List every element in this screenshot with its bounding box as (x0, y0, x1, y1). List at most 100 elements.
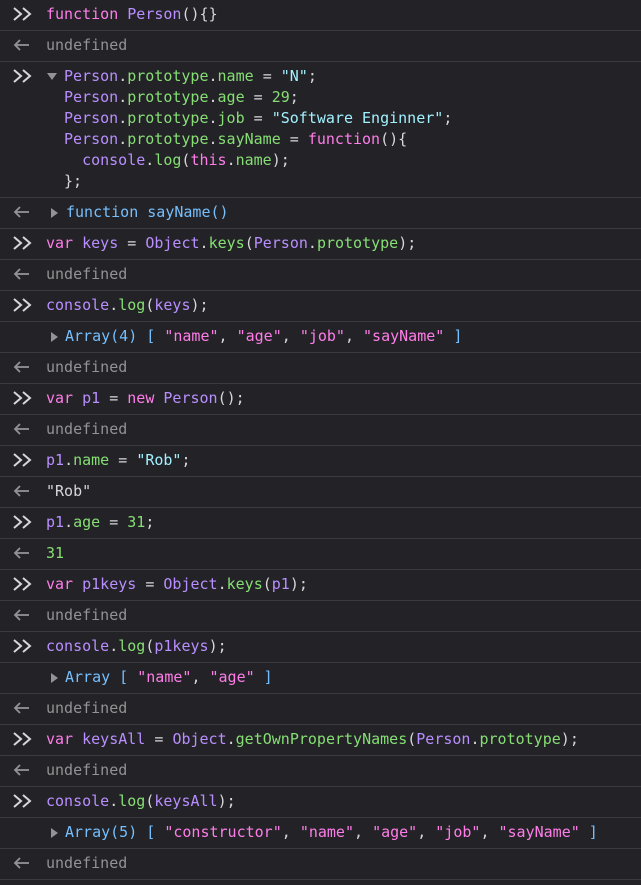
prompt-icon (12, 793, 36, 809)
open-bracket: [ (137, 823, 165, 841)
code-line: Person.prototype.age = 29; (64, 88, 299, 106)
result-value: undefined (46, 699, 128, 717)
console-input-entry: function Person(){} (0, 0, 641, 31)
expand-triangle-right-icon[interactable] (48, 667, 60, 688)
console-result-entry: undefined (0, 31, 641, 62)
code-line: console.log(keys); (46, 296, 209, 314)
entry-content: undefined (46, 760, 637, 781)
prompt-icon (12, 638, 36, 654)
console-input-entry: Person.prototype.name = "N"; Person.proto… (0, 62, 641, 198)
result-arrow-icon (12, 204, 36, 220)
console-input-entry: console.log(keysAll); (0, 787, 641, 818)
entry-content: var keysAll = Object.getOwnPropertyNames… (46, 729, 637, 750)
array-preview[interactable]: Array(4) [ "name", "age", "job", "sayNam… (46, 326, 637, 347)
array-item: "age" (236, 327, 282, 345)
entry-content: console.log(keysAll); (46, 791, 637, 812)
array-item: "name" (164, 327, 219, 345)
separator-comma: , (480, 823, 499, 841)
expand-triangle-right-icon[interactable] (48, 202, 60, 223)
entry-content: p1.name = "Rob"; (46, 450, 637, 471)
code-line: console.log(p1keys); (46, 637, 227, 655)
result-value: undefined (46, 265, 128, 283)
expand-triangle-right-icon[interactable] (48, 326, 60, 347)
array-item: "sayName" (363, 327, 445, 345)
separator-comma: , (191, 668, 210, 686)
console-input-entry: p1.name = "Rob"; (0, 446, 641, 477)
result-value: "Rob" (46, 482, 92, 500)
result-value: 31 (46, 544, 65, 562)
code-line: console.log(this.name); (82, 151, 290, 169)
result-value: undefined (46, 854, 128, 872)
entry-content: var p1keys = Object.keys(p1); (46, 574, 637, 595)
console-input-entry: var p1 = new Person(); (0, 384, 641, 415)
result-value: undefined (46, 420, 128, 438)
entry-content: undefined (46, 357, 637, 378)
code-line: function Person(){} (46, 5, 218, 23)
result-value[interactable]: function sayName() (46, 202, 637, 223)
result-arrow-icon (12, 700, 36, 716)
console-input-entry: var keys = Object.keys(Person.prototype)… (0, 229, 641, 260)
array-item: "age" (209, 668, 255, 686)
array-item: "sayName" (498, 823, 580, 841)
console-result-entry: undefined (0, 415, 641, 446)
entry-content: Array(5) [ "constructor", "name", "age",… (46, 822, 637, 843)
console-input-entry: p1.age = 31; (0, 508, 641, 539)
entry-content: function Person(){} (46, 4, 637, 25)
open-bracket: [ (137, 327, 165, 345)
separator-comma: , (281, 327, 300, 345)
prompt-icon (12, 390, 36, 406)
console-result-entry: undefined (0, 849, 641, 880)
result-value: undefined (46, 606, 128, 624)
entry-content: undefined (46, 419, 637, 440)
entry-content: var p1 = new Person(); (46, 388, 637, 409)
result-value: undefined (46, 358, 128, 376)
prompt-icon (12, 731, 36, 747)
prompt-icon (12, 452, 36, 468)
separator-comma: , (417, 823, 436, 841)
entry-content: undefined (46, 698, 637, 719)
array-item: "constructor" (164, 823, 282, 841)
code-line: var keysAll = Object.getOwnPropertyNames… (46, 730, 579, 748)
expand-triangle-right-icon[interactable] (48, 822, 60, 843)
array-item: "name" (137, 668, 192, 686)
result-arrow-icon (12, 545, 36, 561)
console-input-entry: var keysAll = Object.getOwnPropertyNames… (0, 725, 641, 756)
result-value: undefined (46, 761, 128, 779)
separator-comma: , (344, 327, 364, 345)
separator-comma: , (218, 327, 237, 345)
result-arrow-icon (12, 855, 36, 871)
entry-content: p1.age = 31; (46, 512, 637, 533)
prompt-icon (12, 297, 36, 313)
console-log-entry: Array(4) [ "name", "age", "job", "sayNam… (0, 322, 641, 353)
console-output: function Person(){} undefined Person.proto… (0, 0, 641, 880)
collapse-triangle-down-icon[interactable] (46, 66, 58, 87)
separator-comma: , (354, 823, 373, 841)
result-arrow-icon (12, 266, 36, 282)
array-label: Array (65, 668, 111, 686)
code-line: var p1keys = Object.keys(p1); (46, 575, 308, 593)
array-preview[interactable]: Array(5) [ "constructor", "name", "age",… (46, 822, 637, 843)
separator-comma: , (281, 823, 300, 841)
entry-content: undefined (46, 853, 637, 874)
code-line: }; (64, 172, 83, 190)
entry-content: undefined (46, 264, 637, 285)
array-item: "job" (299, 327, 345, 345)
array-label: Array(4) (65, 327, 138, 345)
result-arrow-icon (12, 421, 36, 437)
console-input-entry: console.log(p1keys); (0, 632, 641, 663)
console-result-entry: undefined (0, 601, 641, 632)
console-result-entry: undefined (0, 756, 641, 787)
console-result-entry: "Rob" (0, 477, 641, 508)
close-bracket: ] (444, 327, 463, 345)
result-arrow-icon (12, 37, 36, 53)
code-line: var keys = Object.keys(Person.prototype)… (46, 234, 417, 252)
array-item: "name" (299, 823, 354, 841)
array-preview[interactable]: Array [ "name", "age" ] (46, 667, 637, 688)
prompt-icon (12, 514, 36, 530)
code-line: Person.prototype.name = "N"; (64, 67, 317, 85)
code-line: p1.name = "Rob"; (46, 451, 191, 469)
console-result-entry: undefined (0, 353, 641, 384)
entry-content: "Rob" (46, 481, 637, 502)
code-line: var p1 = new Person(); (46, 389, 245, 407)
result-arrow-icon (12, 359, 36, 375)
